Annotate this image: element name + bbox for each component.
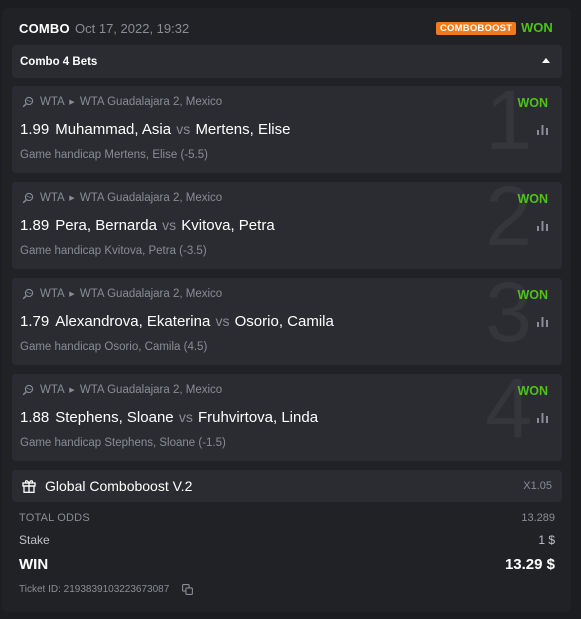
bet-selection: 1.79 Alexandrova, Ekaterina vs Osorio, Ca… bbox=[20, 313, 334, 330]
home-player: Stephens, Sloane bbox=[55, 409, 174, 426]
bet-market: Game handicap Osorio, Camila (4.5) bbox=[20, 341, 208, 353]
league-label: WTA Guadalajara 2, Mexico bbox=[79, 96, 223, 108]
away-player: Fruhvirtova, Linda bbox=[197, 409, 319, 426]
bet-odds: 1.89 bbox=[20, 217, 50, 234]
home-player: Alexandrova, Ekaterina bbox=[55, 313, 211, 330]
stats-icon[interactable] bbox=[537, 221, 548, 231]
bet-odds: 1.99 bbox=[20, 121, 50, 138]
bet-item: 2 WTA ▶ WTA Guadalajara 2, Mexico WON 1.… bbox=[12, 182, 562, 269]
sport-label: WTA bbox=[40, 96, 65, 108]
bet-odds: 1.79 bbox=[20, 313, 50, 330]
bet-status: WON bbox=[517, 384, 548, 398]
bet-type-title: COMBO bbox=[19, 21, 70, 36]
league-label: WTA Guadalajara 2, Mexico bbox=[79, 384, 223, 396]
copy-icon[interactable] bbox=[182, 584, 193, 595]
home-player: Muhammad, Asia bbox=[55, 121, 172, 138]
boost-name: Global Comboboost V.2 bbox=[45, 478, 193, 494]
bet-date: Oct 17, 2022, 19:32 bbox=[75, 21, 190, 36]
bet-market: Game handicap Mertens, Elise (-5.5) bbox=[20, 149, 208, 161]
tennis-icon bbox=[22, 192, 34, 204]
win-value: 13.29 $ bbox=[504, 556, 555, 573]
stats-icon[interactable] bbox=[537, 413, 548, 423]
bet-selection: 1.89 Pera, Bernarda vs Kvitova, Petra bbox=[20, 217, 275, 234]
bet-status: WON bbox=[517, 192, 548, 206]
bet-odds: 1.88 bbox=[20, 409, 50, 426]
bet-market: Game handicap Stephens, Sloane (-1.5) bbox=[20, 437, 226, 449]
sport-label: WTA bbox=[40, 288, 65, 300]
total-odds-label: TOTAL ODDS bbox=[19, 512, 90, 524]
boost-multiplier: X1.05 bbox=[523, 480, 552, 492]
caret-up-icon[interactable] bbox=[542, 58, 550, 63]
card-header: COMBO Oct 17, 2022, 19:32 COMBOBOOST WON bbox=[2, 8, 571, 48]
comboboost-badge: COMBOBOOST bbox=[436, 22, 517, 35]
combo-status: WON bbox=[521, 20, 553, 35]
win-label: WIN bbox=[19, 556, 49, 573]
bet-market: Game handicap Kvitova, Petra (-3.5) bbox=[20, 245, 207, 257]
gift-icon bbox=[22, 480, 36, 493]
bet-selection: 1.88 Stephens, Sloane vs Fruhvirtova, Lin… bbox=[20, 409, 318, 426]
chevron-right-icon: ▶ bbox=[69, 99, 75, 106]
away-player: Kvitova, Petra bbox=[181, 217, 275, 234]
away-player: Osorio, Camila bbox=[234, 313, 334, 330]
league-label: WTA Guadalajara 2, Mexico bbox=[79, 192, 223, 204]
away-player: Mertens, Elise bbox=[195, 121, 291, 138]
comboboost-row: Global Comboboost V.2 X1.05 bbox=[12, 470, 562, 502]
total-odds-value: 13.289 bbox=[521, 512, 555, 524]
stats-icon[interactable] bbox=[537, 125, 548, 135]
vs-label: vs bbox=[162, 217, 177, 233]
sport-label: WTA bbox=[40, 192, 65, 204]
combo-toggle-bar[interactable]: Combo 4 Bets bbox=[12, 45, 562, 78]
chevron-right-icon: ▶ bbox=[69, 195, 75, 202]
sport-label: WTA bbox=[40, 384, 65, 396]
stake-value: 1 $ bbox=[538, 533, 555, 547]
bet-selection: 1.99 Muhammad, Asia vs Mertens, Elise bbox=[20, 121, 290, 138]
bet-status: WON bbox=[517, 96, 548, 110]
tennis-icon bbox=[22, 288, 34, 300]
bet-item: 1 WTA ▶ WTA Guadalajara 2, Mexico WON 1.… bbox=[12, 86, 562, 173]
tennis-icon bbox=[22, 384, 34, 396]
chevron-right-icon: ▶ bbox=[69, 387, 75, 394]
bet-status: WON bbox=[517, 288, 548, 302]
bet-league: WTA ▶ WTA Guadalajara 2, Mexico bbox=[40, 384, 222, 396]
bet-league: WTA ▶ WTA Guadalajara 2, Mexico bbox=[40, 288, 222, 300]
bet-league: WTA ▶ WTA Guadalajara 2, Mexico bbox=[40, 192, 222, 204]
ticket-id: Ticket ID: 2193839103223673087 bbox=[19, 584, 170, 595]
bet-item: 3 WTA ▶ WTA Guadalajara 2, Mexico WON 1.… bbox=[12, 278, 562, 365]
vs-label: vs bbox=[215, 313, 230, 329]
bet-league: WTA ▶ WTA Guadalajara 2, Mexico bbox=[40, 96, 222, 108]
chevron-right-icon: ▶ bbox=[69, 291, 75, 298]
combo-bar-label: Combo 4 Bets bbox=[20, 56, 98, 68]
stats-icon[interactable] bbox=[537, 317, 548, 327]
bet-item: 4 WTA ▶ WTA Guadalajara 2, Mexico WON 1.… bbox=[12, 374, 562, 461]
home-player: Pera, Bernarda bbox=[55, 217, 157, 234]
vs-label: vs bbox=[176, 121, 191, 137]
stake-label: Stake bbox=[19, 533, 50, 547]
league-label: WTA Guadalajara 2, Mexico bbox=[79, 288, 223, 300]
tennis-icon bbox=[22, 96, 34, 108]
combo-bet-card: COMBO Oct 17, 2022, 19:32 COMBOBOOST WON… bbox=[2, 8, 571, 612]
vs-label: vs bbox=[178, 409, 193, 425]
